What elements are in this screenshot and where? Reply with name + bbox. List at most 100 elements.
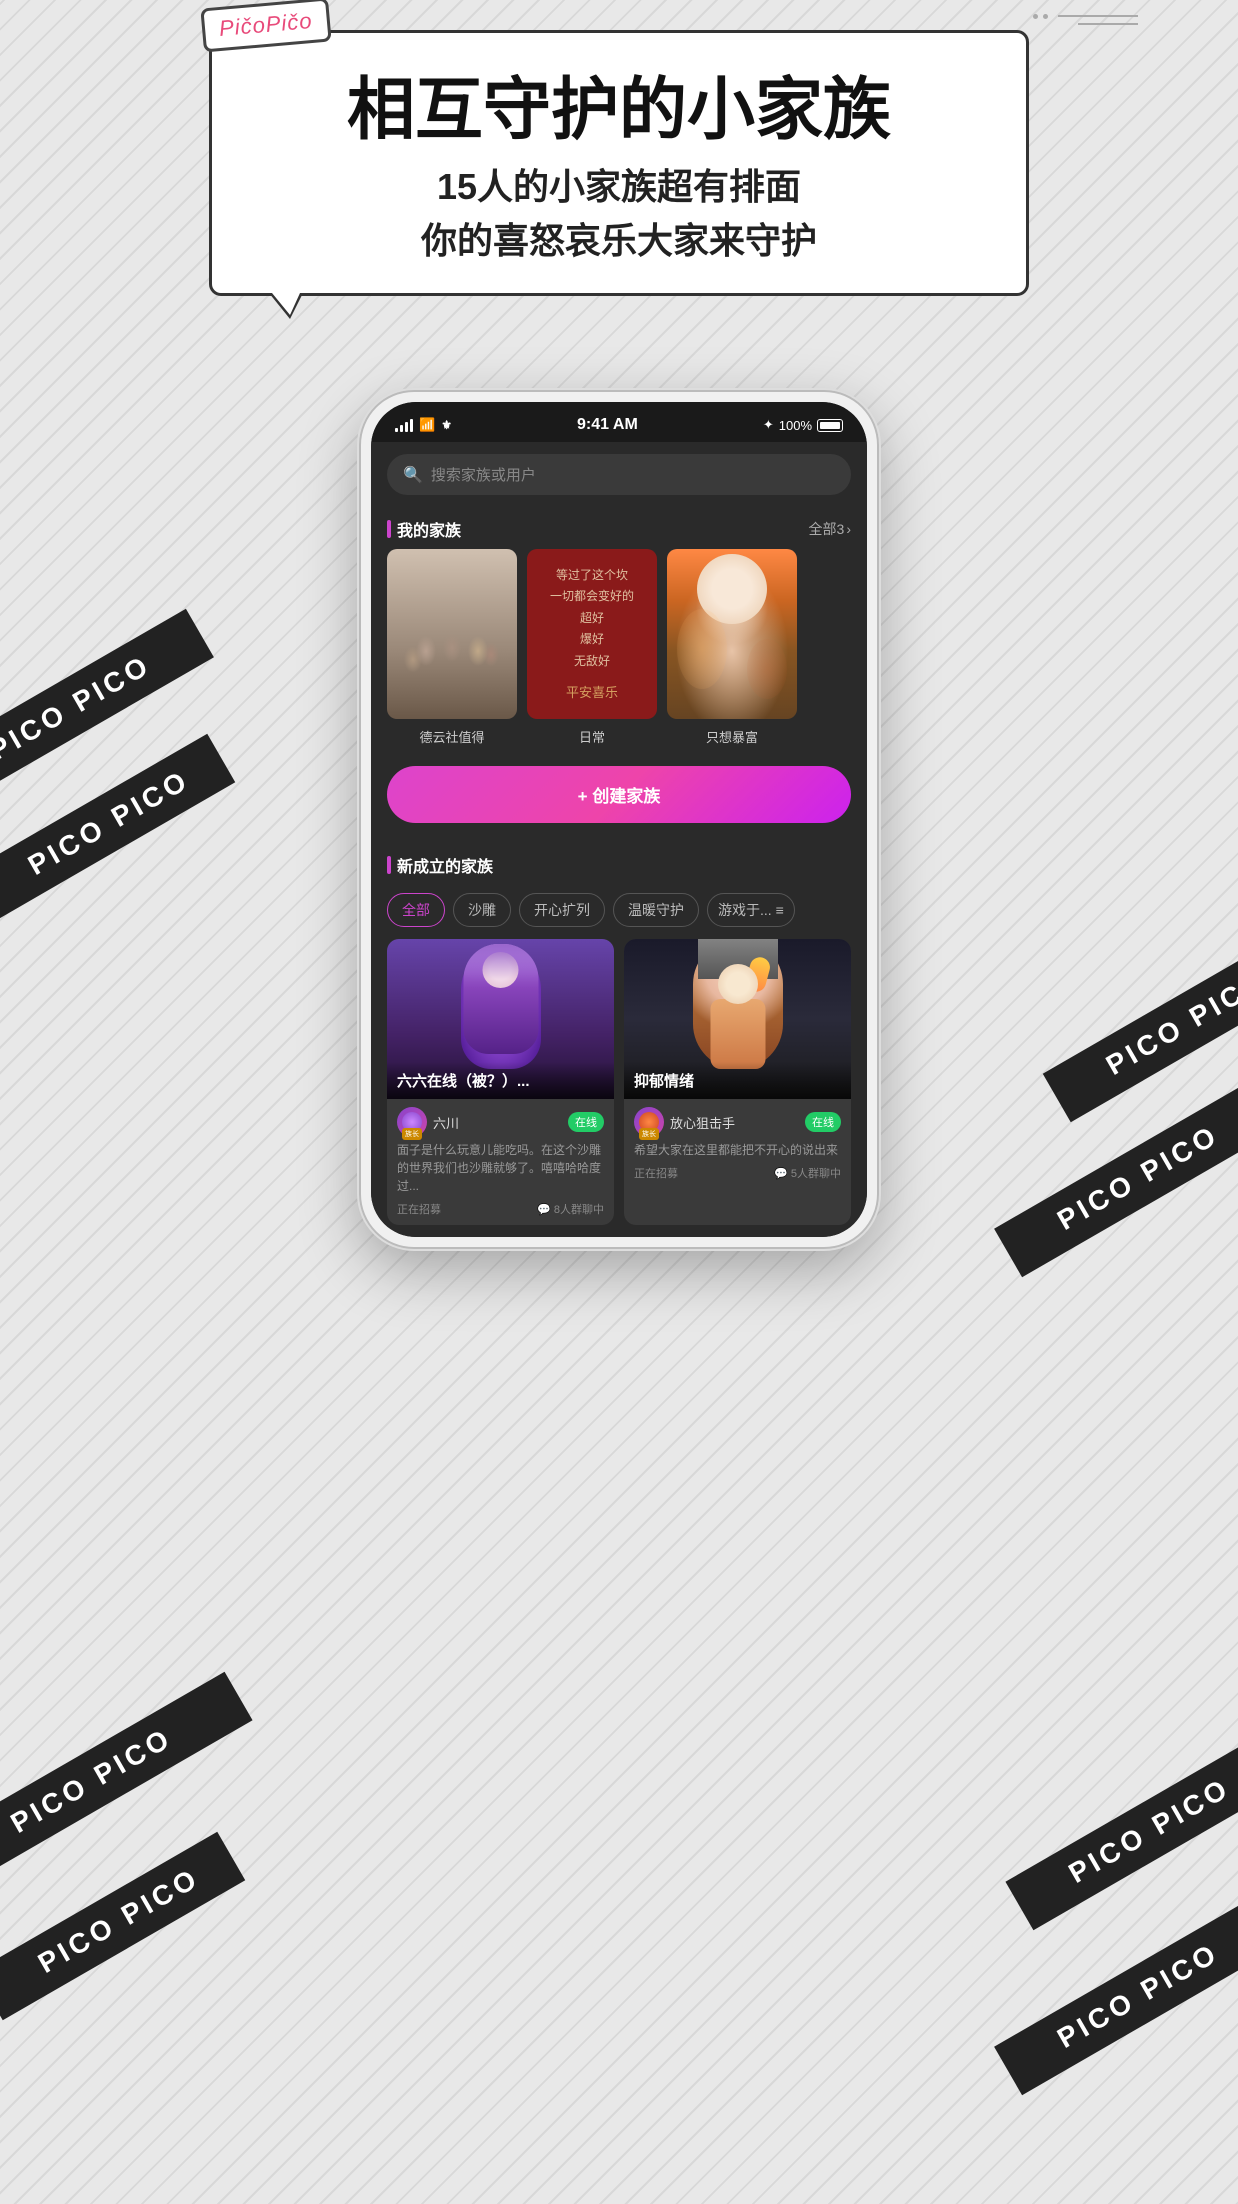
- family-grid-card-1[interactable]: 六六在线（被？）... 族长: [387, 939, 614, 1225]
- hero-subtitle-line2: 你的喜怒哀乐大家来守护: [252, 214, 986, 268]
- app-content: 🔍 搜索家族或用户 我的家族 全部3 ›: [371, 442, 867, 1237]
- create-family-button[interactable]: + 创建家族: [387, 766, 851, 823]
- grid-card-1-title: 六六在线（被？）...: [397, 1070, 604, 1091]
- signal-bar-2: [400, 425, 403, 432]
- filter-shadian-label: 沙雕: [468, 902, 496, 918]
- filter-tag-all[interactable]: 全部: [387, 893, 445, 927]
- card-text-line3: 超好: [550, 608, 634, 630]
- chat-count-1: 💬 8人群聊中: [537, 1201, 604, 1217]
- family-card-1-image: [387, 549, 517, 719]
- filter-tag-more[interactable]: 游戏于... ≡: [707, 893, 795, 927]
- search-bar[interactable]: 🔍 搜索家族或用户: [387, 454, 851, 495]
- card-text-line5: 无敌好: [550, 651, 634, 673]
- filter-more-icon: ≡: [776, 902, 784, 918]
- filter-all-label: 全部: [402, 902, 430, 918]
- phone-mockup: 📶 ⚜ 9:41 AM ✦ 100% 🔍 搜: [359, 390, 879, 1249]
- family-card-3-name: 只想暴富: [706, 727, 758, 746]
- filter-more-label: 游戏于...: [718, 902, 772, 918]
- new-title-accent-bar: [387, 856, 391, 874]
- signal-bar-3: [405, 422, 408, 432]
- chat-count-text-2: 5人群聊中: [791, 1165, 841, 1181]
- family-grid-card-2[interactable]: 抑郁情绪 族长 放心: [624, 939, 851, 1225]
- create-family-label: + 创建家族: [578, 787, 661, 806]
- owner-avatar-2: 族长: [634, 1107, 664, 1137]
- see-all-label: 全部3: [809, 519, 845, 539]
- family-footer-1: 正在招募 💬 8人群聊中: [397, 1201, 604, 1217]
- family-card-2-image: 等过了这个坎 一切都会变好的 超好 爆好 无敌好 平安喜乐: [527, 549, 657, 719]
- family-footer-2: 正在招募 💬 5人群聊中: [634, 1165, 841, 1181]
- carrier-logo: ⚜: [441, 418, 452, 432]
- my-family-title: 我的家族: [397, 517, 461, 541]
- new-families-title: 新成立的家族: [397, 853, 493, 877]
- owner-name-2: 放心狙击手: [670, 1113, 735, 1132]
- battery-fill: [820, 422, 840, 429]
- family-card-1[interactable]: 德云社值得: [387, 549, 517, 746]
- bluetooth-icon: ✦: [763, 417, 774, 433]
- status-left: 📶 ⚜: [395, 417, 452, 433]
- owner-name-1: 六川: [433, 1113, 459, 1132]
- comic-box: PičoPičo 相互守护的小家族 15人的小家族超有排面 你的喜怒哀乐大家来守…: [209, 30, 1029, 296]
- recruiting-badge-2: 正在招募: [634, 1165, 678, 1181]
- filter-tag-shadian[interactable]: 沙雕: [453, 893, 511, 927]
- title-accent-bar: [387, 520, 391, 538]
- family-grid: 六六在线（被？）... 族长: [371, 939, 867, 1225]
- online-badge-2: 在线: [805, 1112, 841, 1132]
- family-cards-list: 德云社值得 等过了这个坎 一切都会变好的 超好 爆好 无敌好: [371, 549, 867, 762]
- family-desc-2: 希望大家在这里都能把不开心的说出来: [634, 1141, 841, 1159]
- signal-bars: [395, 418, 413, 432]
- new-families-section: 新成立的家族 全部 沙雕 开心扩列: [371, 843, 867, 1237]
- card-text-line1: 等过了这个坎: [550, 565, 634, 587]
- signal-bar-1: [395, 428, 398, 432]
- hero-subtitle: 15人的小家族超有排面 你的喜怒哀乐大家来守护: [252, 160, 986, 268]
- my-family-header: 我的家族 全部3 ›: [371, 507, 867, 549]
- filter-warmth-label: 温暖守护: [628, 902, 684, 918]
- owner-left-1: 族长 六川: [397, 1107, 459, 1137]
- phone-outer: 📶 ⚜ 9:41 AM ✦ 100% 🔍 搜: [359, 390, 879, 1249]
- owner-badge-2: 族长: [639, 1128, 659, 1140]
- battery-percent: 100%: [779, 418, 812, 433]
- status-bar: 📶 ⚜ 9:41 AM ✦ 100%: [371, 402, 867, 442]
- chat-icon-1: 💬: [537, 1203, 551, 1216]
- owner-badge-1: 族长: [402, 1128, 422, 1140]
- grid-card-1-image: 六六在线（被？）...: [387, 939, 614, 1099]
- search-icon: 🔍: [403, 465, 423, 485]
- my-family-title-wrap: 我的家族: [387, 517, 461, 541]
- hero-title: 相互守护的小家族: [252, 73, 986, 148]
- card-text-line2: 一切都会变好的: [550, 586, 634, 608]
- family-desc-1: 面子是什么玩意儿能吃吗。在这个沙雕的世界我们也沙雕就够了。嘻嘻哈哈度过...: [397, 1141, 604, 1195]
- family-card-2-name: 日常: [579, 727, 605, 746]
- anime-girl-simulation: [667, 549, 797, 719]
- grid-card-2-image: 抑郁情绪: [624, 939, 851, 1099]
- online-badge-1: 在线: [568, 1112, 604, 1132]
- owner-left-2: 族长 放心狙击手: [634, 1107, 735, 1137]
- new-families-header: 新成立的家族: [371, 843, 867, 885]
- hero-subtitle-line1: 15人的小家族超有排面: [252, 160, 986, 214]
- filter-tag-kualie[interactable]: 开心扩列: [519, 893, 605, 927]
- hero-section: PičoPičo 相互守护的小家族 15人的小家族超有排面 你的喜怒哀乐大家来守…: [0, 30, 1238, 296]
- family-card-1-name: 德云社值得: [419, 727, 484, 746]
- chevron-right-icon: ›: [846, 521, 851, 537]
- card-2-bottom-text: 平安喜乐: [566, 683, 618, 704]
- new-families-title-wrap: 新成立的家族: [387, 853, 493, 877]
- family-card-3[interactable]: 只想暴富: [667, 549, 797, 746]
- group-photo-simulation: [387, 549, 517, 719]
- grid-card-2-owner: 族长 放心狙击手 在线: [634, 1107, 841, 1137]
- search-placeholder: 搜索家族或用户: [431, 464, 536, 485]
- card-2-main-text: 等过了这个坎 一切都会变好的 超好 爆好 无敌好: [550, 565, 634, 673]
- grid-card-2-title: 抑郁情绪: [634, 1070, 841, 1091]
- status-time: 9:41 AM: [577, 416, 638, 434]
- battery-icon: [817, 419, 843, 432]
- filter-kualie-label: 开心扩列: [534, 902, 590, 918]
- family-card-3-image: [667, 549, 797, 719]
- logo-box: PičoPičo: [200, 0, 331, 52]
- see-all-button[interactable]: 全部3 ›: [809, 519, 851, 539]
- owner-avatar-1: 族长: [397, 1107, 427, 1137]
- phone-inner: 📶 ⚜ 9:41 AM ✦ 100% 🔍 搜: [371, 402, 867, 1237]
- chat-icon-2: 💬: [774, 1167, 788, 1180]
- recruiting-badge-1: 正在招募: [397, 1201, 441, 1217]
- filter-tag-warmth[interactable]: 温暖守护: [613, 893, 699, 927]
- grid-card-1-info: 族长 六川 在线 面子是什么玩意儿能吃吗。在这个沙雕的世界我们也沙雕就够了。嘻嘻…: [387, 1099, 614, 1225]
- card-text-line4: 爆好: [550, 629, 634, 651]
- family-card-2[interactable]: 等过了这个坎 一切都会变好的 超好 爆好 无敌好 平安喜乐 日常: [527, 549, 657, 746]
- logo-text: PičoPičo: [218, 8, 313, 41]
